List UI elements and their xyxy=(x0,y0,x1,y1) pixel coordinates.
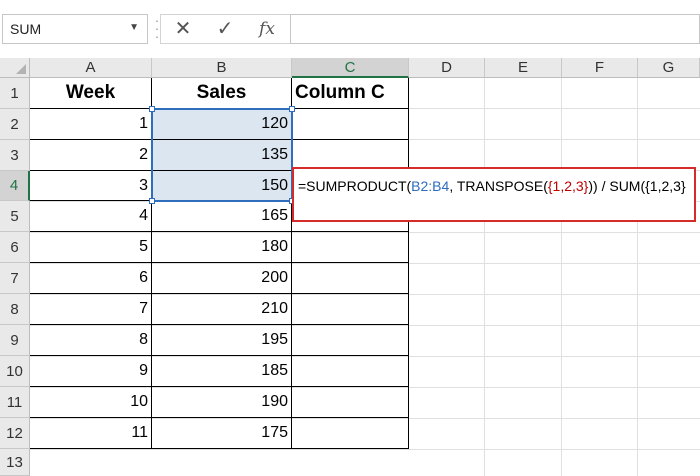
cell-b8[interactable]: 210 xyxy=(152,294,292,325)
cell-c6[interactable] xyxy=(292,232,409,263)
worksheet-grid: A B C D E F G 1 2 3 4 5 6 7 8 9 10 11 12… xyxy=(0,58,700,476)
cell-a12[interactable]: 11 xyxy=(30,418,152,449)
row-header-1[interactable]: 1 xyxy=(0,78,30,109)
formula-array-1: {1,2,3} xyxy=(547,178,589,194)
formula-transpose: , TRANSPOSE( xyxy=(449,178,548,194)
formula-highlight-box[interactable]: =SUMPRODUCT(B2:B4, TRANSPOSE({1,2,3})) /… xyxy=(292,167,696,222)
cell-b7[interactable]: 200 xyxy=(152,263,292,294)
row-header-12[interactable]: 12 xyxy=(0,418,30,449)
cell-a10[interactable]: 9 xyxy=(30,356,152,387)
cell-b12[interactable]: 175 xyxy=(152,418,292,449)
cell-c1[interactable]: Column C xyxy=(292,78,409,109)
cell-b11[interactable]: 190 xyxy=(152,387,292,418)
row-header-5[interactable]: 5 xyxy=(0,201,30,232)
cell-b4[interactable]: 150 xyxy=(152,171,292,201)
cell-a9[interactable]: 8 xyxy=(30,325,152,356)
name-box[interactable]: SUM ▼ xyxy=(2,14,148,44)
cell-a6[interactable]: 5 xyxy=(30,232,152,263)
cell-a8[interactable]: 7 xyxy=(30,294,152,325)
column-header-d[interactable]: D xyxy=(409,58,485,78)
cell-b3[interactable]: 135 xyxy=(152,140,292,171)
cell-b9[interactable]: 195 xyxy=(152,325,292,356)
cancel-icon[interactable]: ✕ xyxy=(163,15,203,43)
row-header-10[interactable]: 10 xyxy=(0,356,30,387)
formula-input[interactable] xyxy=(290,14,700,44)
select-all-icon xyxy=(16,64,26,74)
cell-c11[interactable] xyxy=(292,387,409,418)
cell-b5[interactable]: 165 xyxy=(152,201,292,232)
name-box-value: SUM xyxy=(10,21,42,37)
row-header-13[interactable]: 13 xyxy=(0,449,30,476)
cell-c9[interactable] xyxy=(292,325,409,356)
column-header-e[interactable]: E xyxy=(485,58,562,78)
row-header-7[interactable]: 7 xyxy=(0,263,30,294)
formula-tools: ✕ ✓ fx xyxy=(160,14,290,44)
formula-array-2: {1,2,3} xyxy=(645,178,686,194)
column-header-g[interactable]: G xyxy=(638,58,700,78)
cell-a5[interactable]: 4 xyxy=(30,201,152,232)
column-header-f[interactable]: F xyxy=(562,58,638,78)
enter-icon[interactable]: ✓ xyxy=(205,15,245,43)
cell-c10[interactable] xyxy=(292,356,409,387)
cell-a2[interactable]: 1 xyxy=(30,109,152,140)
cell-b1[interactable]: Sales xyxy=(152,78,292,109)
formula-range-ref: B2:B4 xyxy=(411,178,450,194)
cell-a4[interactable]: 3 xyxy=(30,171,152,201)
column-header-c[interactable]: C xyxy=(292,58,409,78)
cell-a11[interactable]: 10 xyxy=(30,387,152,418)
cell-b6[interactable]: 180 xyxy=(152,232,292,263)
cell-b10[interactable]: 185 xyxy=(152,356,292,387)
cell-a3[interactable]: 2 xyxy=(30,140,152,171)
cell-a7[interactable]: 6 xyxy=(30,263,152,294)
row-header-2[interactable]: 2 xyxy=(0,109,30,140)
column-header-b[interactable]: B xyxy=(152,58,292,78)
formula-bar: SUM ▼ · · · ✕ ✓ fx xyxy=(0,0,700,58)
row-header-6[interactable]: 6 xyxy=(0,232,30,263)
cell-c2[interactable] xyxy=(292,109,409,140)
formula-function: =SUMPRODUCT( xyxy=(298,178,412,194)
row-header-8[interactable]: 8 xyxy=(0,294,30,325)
cell-c4-formula[interactable]: =SUMPRODUCT(B2:B4, TRANSPOSE({1,2,3})) /… xyxy=(298,178,686,194)
select-all-button[interactable] xyxy=(0,58,30,78)
cell-a1[interactable]: Week xyxy=(30,78,152,109)
row-header-4[interactable]: 4 xyxy=(0,171,30,201)
cell-c7[interactable] xyxy=(292,263,409,294)
row-header-11[interactable]: 11 xyxy=(0,387,30,418)
row-header-9[interactable]: 9 xyxy=(0,325,30,356)
chevron-down-icon[interactable]: ▼ xyxy=(129,22,139,33)
column-header-a[interactable]: A xyxy=(30,58,152,78)
cell-c8[interactable] xyxy=(292,294,409,325)
cell-c12[interactable] xyxy=(292,418,409,449)
insert-function-icon[interactable]: fx xyxy=(247,15,287,43)
formula-sum: )) / SUM( xyxy=(588,178,646,194)
row-header-3[interactable]: 3 xyxy=(0,140,30,171)
cell-b2[interactable]: 120 xyxy=(152,109,292,140)
